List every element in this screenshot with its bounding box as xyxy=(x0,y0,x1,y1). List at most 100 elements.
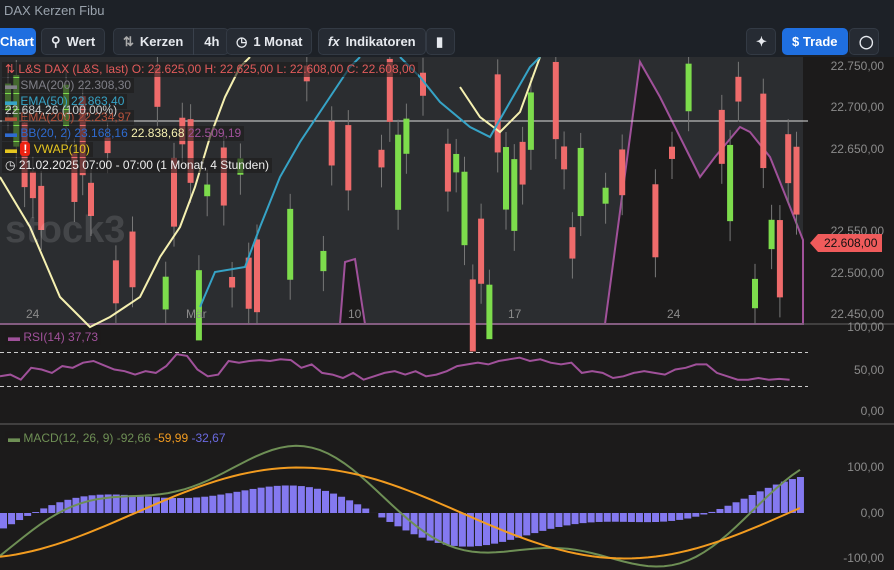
rsi-tick: 50,00 xyxy=(853,363,884,377)
candle-body xyxy=(602,187,609,204)
legend-bb-low: 22.509,19 xyxy=(187,126,242,140)
candles-icon: ⇅ xyxy=(123,33,134,49)
legend-date-text: 21.02.2025 07:00 - 07:00 (1 Monat, 4 Stu… xyxy=(18,158,269,172)
clock-icon: ◷ xyxy=(236,33,248,49)
wert-label: Wert xyxy=(66,34,96,49)
macd-histogram-bar xyxy=(362,508,370,513)
macd-histogram-bar xyxy=(338,496,346,513)
macd-histogram-bar xyxy=(563,513,571,526)
settings-button[interactable]: ◯ xyxy=(849,28,879,55)
candle-body xyxy=(652,184,659,258)
legend-vwap: ▬ ! VWAP(10) xyxy=(2,142,93,157)
macd-tick: 0,00 xyxy=(860,506,884,520)
candle-body xyxy=(486,284,493,340)
kerzen-button[interactable]: ⇅ Kerzen 4h xyxy=(113,28,230,55)
candle-body xyxy=(129,231,136,288)
watermark: stock3 xyxy=(5,209,125,251)
warning-icon[interactable]: ! xyxy=(20,142,31,156)
macd-histogram-bar xyxy=(177,498,185,513)
candle-body xyxy=(569,227,576,259)
candle-body xyxy=(511,159,518,231)
gear-icon: ◯ xyxy=(859,33,874,49)
candle-body xyxy=(220,147,227,206)
macd-line xyxy=(0,444,801,568)
macd-histogram-bar xyxy=(48,505,56,513)
time-tick: 24 xyxy=(26,307,40,321)
macd-histogram-bar xyxy=(418,513,426,538)
rsi-value: 37,73 xyxy=(68,330,99,344)
macd-histogram-bar xyxy=(322,490,329,513)
chart-button[interactable]: Chart xyxy=(0,28,36,55)
macd-histogram-bar xyxy=(788,479,796,513)
period-label: 1 Monat xyxy=(253,34,303,49)
indikatoren-button[interactable]: fx Indikatoren xyxy=(318,28,426,55)
candle-body xyxy=(577,147,584,217)
macd-histogram-bar xyxy=(346,500,354,513)
chart-area[interactable]: stock3 ⇅ L&S DAX (L&S, last) O: 22.625,0… xyxy=(0,57,894,570)
macd-histogram-bar xyxy=(8,513,16,525)
candle-body xyxy=(254,239,260,313)
candle-body xyxy=(461,171,468,246)
price-tick: 22.700,00 xyxy=(830,100,884,115)
candle-body xyxy=(378,149,385,168)
macd-histogram-bar xyxy=(684,513,692,519)
last-price-tag: 22.608,00 xyxy=(809,234,883,252)
macd-histogram-bar xyxy=(474,513,482,547)
macd-histogram-bar xyxy=(217,494,225,513)
macd-histogram-bar xyxy=(305,487,313,513)
macd-histogram-bar xyxy=(265,486,273,513)
rsi-line xyxy=(0,353,790,381)
candle-body xyxy=(112,260,119,304)
macd-legend: ▬ MACD(12, 26, 9) -92,66 -59,99 -32,67 xyxy=(5,431,229,446)
macd-histogram-bar xyxy=(24,513,32,516)
bars-icon: ⇅ xyxy=(5,62,19,76)
wert-button[interactable]: ⚲ Wert xyxy=(41,28,106,55)
period-button[interactable]: ◷ 1 Monat xyxy=(226,28,313,55)
macd-histogram-bar xyxy=(611,513,619,522)
macd-histogram-bar xyxy=(88,495,96,513)
bookmark-button[interactable]: ▮ xyxy=(426,28,455,55)
rsi-tick: 100,00 xyxy=(847,320,884,334)
macd-histogram-bar xyxy=(732,502,740,513)
macd-histogram-bar xyxy=(394,513,402,527)
macd-histogram-bar xyxy=(289,485,297,513)
candle-body xyxy=(478,218,485,284)
macd-histogram-bar xyxy=(700,513,708,515)
macd-signal-value: -59,99 xyxy=(154,431,189,445)
macd-tick: 100,00 xyxy=(847,460,884,474)
interval-label[interactable]: 4h xyxy=(204,34,219,49)
legend-sma: ▬ SMA(200) 22.308,30 xyxy=(2,78,135,93)
sparkle-button[interactable]: ✦ xyxy=(746,28,776,55)
trade-button[interactable]: $ Trade xyxy=(782,28,848,55)
fx-icon: fx xyxy=(328,34,340,49)
bookmark-icon: ▮ xyxy=(436,33,444,49)
candle-body xyxy=(494,74,501,153)
macd-histogram-bar xyxy=(587,513,595,523)
candle-body xyxy=(29,171,36,199)
price-tick: 22.750,00 xyxy=(830,59,884,73)
macd-histogram-bar xyxy=(273,485,281,513)
macd-histogram-bar xyxy=(442,513,450,545)
macd-histogram-bar xyxy=(169,497,177,513)
rsi-legend: ▬ RSI(14) 37,73 xyxy=(5,330,102,345)
candle-body xyxy=(561,146,568,170)
candle-body xyxy=(768,219,775,250)
price-tick: 22.450,00 xyxy=(830,306,884,321)
chart-label: Chart xyxy=(0,34,34,49)
macd-histogram-bar xyxy=(80,496,88,513)
candle-body xyxy=(229,276,236,288)
rsi-label: RSI(14) xyxy=(23,330,65,344)
macd-histogram-bar xyxy=(330,493,338,513)
candle-body xyxy=(685,63,692,112)
candle-body xyxy=(162,276,169,310)
candle-body xyxy=(345,125,352,191)
macd-histogram-bar xyxy=(603,513,611,522)
macd-histogram-bar xyxy=(354,504,362,513)
macd-histogram-bar xyxy=(458,513,466,547)
macd-histogram-bar xyxy=(716,508,724,513)
macd-histogram-bar xyxy=(386,513,394,522)
macd-histogram-bar xyxy=(257,487,265,513)
candle-body xyxy=(328,121,335,166)
candle-body xyxy=(444,143,451,192)
macd-histogram-bar xyxy=(507,513,515,540)
